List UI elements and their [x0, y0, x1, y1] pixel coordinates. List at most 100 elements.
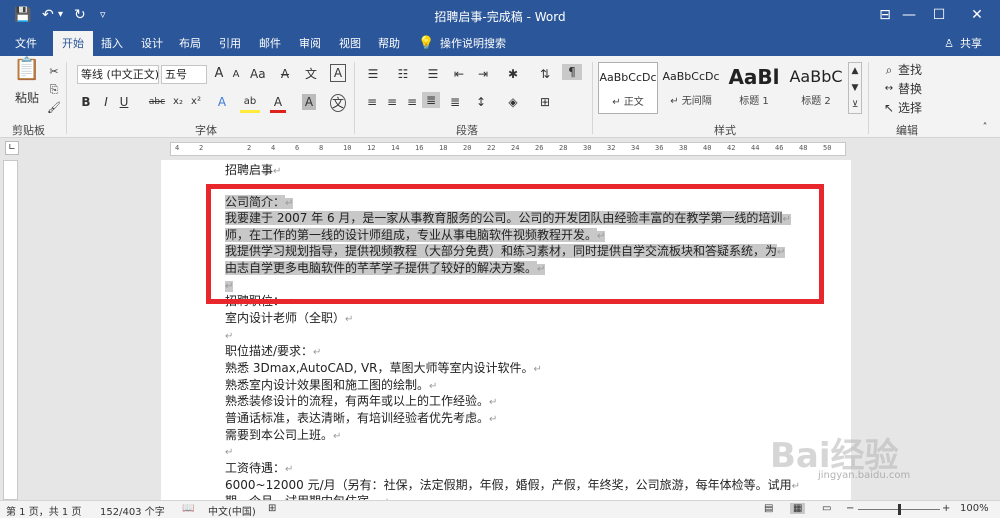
select-button[interactable]: 选择	[898, 100, 924, 116]
style-no-spacing[interactable]: AaBbCcDc ↵ 无间隔	[661, 62, 721, 114]
character-shading-icon[interactable]: A	[302, 94, 316, 110]
increase-indent-icon[interactable]: ⇥	[474, 66, 492, 82]
tab-home[interactable]: 开始	[53, 31, 93, 56]
text-effects-icon[interactable]: A	[214, 94, 230, 110]
multilevel-list-icon[interactable]: ☰	[424, 66, 442, 82]
paste-label[interactable]: 粘贴	[12, 90, 42, 106]
styles-scroll-icon[interactable]: ▲ ▼ ⊻	[848, 62, 862, 114]
bullets-icon[interactable]: ☰	[364, 66, 382, 82]
grow-font-icon[interactable]: A	[212, 66, 226, 82]
cut-icon[interactable]: ✂	[46, 64, 62, 80]
tab-references[interactable]: 引用	[212, 31, 248, 56]
clear-formatting-icon[interactable]: A	[278, 66, 292, 82]
align-center-icon[interactable]: ≡	[384, 94, 400, 110]
highlight-color-icon[interactable]: ab	[240, 94, 260, 113]
enclose-characters-icon[interactable]: 文	[330, 94, 346, 112]
strikethrough-button[interactable]: abc	[146, 94, 168, 110]
font-color-icon[interactable]: A	[270, 94, 286, 113]
tab-design[interactable]: 设计	[134, 31, 170, 56]
zoom-in-icon[interactable]: +	[942, 503, 950, 514]
ribbon-tabs: 文件 开始 插入 设计 布局 引用 邮件 审阅 视图 帮助 💡 操作说明搜索 ♙…	[0, 31, 1000, 56]
zoom-level[interactable]: 100%	[960, 503, 989, 514]
shading-icon[interactable]: ◈	[504, 94, 522, 110]
change-case-icon[interactable]: Aa	[250, 66, 266, 82]
vertical-ruler[interactable]	[3, 160, 18, 500]
read-mode-icon[interactable]: ▤	[764, 503, 773, 514]
tab-view[interactable]: 视图	[332, 31, 368, 56]
distributed-icon[interactable]: ≣	[446, 94, 464, 110]
document-line[interactable]: 熟悉 3Dmax,AutoCAD, VR，草图大师等室内设计软件。↵	[225, 360, 542, 378]
word-count[interactable]: 152/403 个字	[100, 503, 165, 518]
zoom-slider-thumb[interactable]	[898, 504, 901, 515]
page-count[interactable]: 第 1 页，共 1 页	[6, 503, 81, 518]
superscript-button[interactable]: x²	[188, 94, 204, 110]
replace-button[interactable]: 替换	[898, 81, 922, 97]
paragraph-mark-icon: ↵	[273, 166, 282, 177]
web-layout-icon[interactable]: ▭	[822, 503, 831, 514]
underline-button[interactable]: U	[118, 94, 130, 110]
title-bar: 💾 ↶ ▾ ↻ ▿ 招聘启事-完成稿 - Word ⊟ — ☐ ✕	[0, 0, 1000, 31]
style-heading-2[interactable]: AaBbC 标题 2	[786, 62, 846, 114]
chinese-layout-icon[interactable]: ✱	[504, 66, 522, 82]
group-label-font: 字体	[195, 124, 217, 137]
tab-mailings[interactable]: 邮件	[252, 31, 288, 56]
italic-button[interactable]: I	[100, 94, 112, 110]
print-layout-icon[interactable]: ▦	[790, 503, 806, 514]
format-painter-icon[interactable]: 🖌	[46, 100, 62, 116]
paste-icon[interactable]: 📋	[10, 59, 44, 86]
justify-icon[interactable]: ≣	[422, 92, 440, 108]
decrease-indent-icon[interactable]: ⇤	[450, 66, 468, 82]
document-line[interactable]: 职位描述/要求：↵	[225, 343, 321, 361]
ruler-tick: 48	[799, 144, 808, 152]
document-line[interactable]: 需要到本公司上班。↵	[225, 427, 341, 445]
close-button[interactable]: ✕	[954, 0, 1000, 31]
tab-layout[interactable]: 布局	[172, 31, 208, 56]
tab-file[interactable]: 文件	[6, 31, 46, 56]
borders-icon[interactable]: ⊞	[536, 94, 554, 110]
zoom-out-icon[interactable]: −	[846, 503, 854, 514]
bold-button[interactable]: B	[80, 94, 92, 110]
horizontal-ruler[interactable]: 4 2 2 4 6 8 10 12 14 16 18 20 22 24 26 28 30 32 34 36 38 40 42…	[170, 142, 846, 156]
find-icon[interactable]: ⌕	[882, 62, 896, 78]
document-line[interactable]: 室内设计老师（全职）↵	[225, 310, 353, 328]
document-line[interactable]: 招聘启事↵	[225, 162, 281, 180]
line-spacing-icon[interactable]: ↕	[472, 94, 490, 110]
tab-review[interactable]: 审阅	[292, 31, 328, 56]
tab-insert[interactable]: 插入	[94, 31, 130, 56]
tab-help[interactable]: 帮助	[371, 31, 407, 56]
document-line[interactable]: 熟悉装修设计的流程，有两年或以上的工作经验。↵	[225, 393, 497, 411]
replace-icon[interactable]: ↔	[882, 81, 896, 97]
enclose-char-icon[interactable]: A	[330, 64, 346, 82]
find-button[interactable]: 查找	[898, 62, 922, 78]
line-text: 需要到本公司上班。	[225, 428, 334, 442]
paragraph-mark-icon: ↵	[489, 397, 498, 408]
line-text: 职位描述/要求：	[225, 344, 314, 358]
language-status[interactable]: 中文(中国)	[208, 503, 256, 518]
align-right-icon[interactable]: ≡	[404, 94, 420, 110]
style-heading-1[interactable]: AaBl 标题 1	[724, 62, 784, 114]
show-paragraph-marks-icon[interactable]: ¶	[562, 64, 582, 80]
shrink-font-icon[interactable]: A	[230, 67, 242, 83]
copy-icon[interactable]: ⎘	[46, 82, 62, 98]
proofing-icon[interactable]: 📖	[182, 503, 194, 514]
align-left-icon[interactable]: ≡	[364, 94, 380, 110]
document-line[interactable]: ↵	[225, 443, 233, 461]
document-line[interactable]: 工资待遇：↵	[225, 460, 293, 478]
tell-me-search[interactable]: 操作说明搜索	[440, 31, 514, 56]
line-text: 熟悉 3Dmax,AutoCAD, VR，草图大师等室内设计软件。	[225, 361, 534, 375]
style-preview: AaBbC	[789, 67, 843, 86]
sort-icon[interactable]: ⇅	[536, 66, 554, 82]
font-name-combo[interactable]: 等线 (中文正文)	[77, 65, 159, 84]
collapse-ribbon-icon[interactable]: ˄	[978, 120, 992, 136]
tab-selector-icon[interactable]: ∟	[5, 141, 19, 155]
style-normal[interactable]: AaBbCcDc ↵ 正文	[598, 62, 658, 114]
document-line[interactable]: 期一个月，试用期内包住宿。↵	[225, 493, 389, 500]
phonetic-guide-icon[interactable]: 文	[304, 66, 318, 82]
select-icon[interactable]: ↖	[882, 100, 896, 116]
font-size-combo[interactable]: 五号	[161, 65, 207, 84]
subscript-button[interactable]: x₂	[170, 94, 186, 110]
accessibility-icon[interactable]: ⊞	[268, 503, 276, 514]
share-button[interactable]: 共享	[956, 31, 986, 56]
document-line[interactable]: 普通话标准，表达清晰，有培训经验者优先考虑。↵	[225, 410, 497, 428]
numbering-icon[interactable]: ☷	[394, 66, 412, 82]
